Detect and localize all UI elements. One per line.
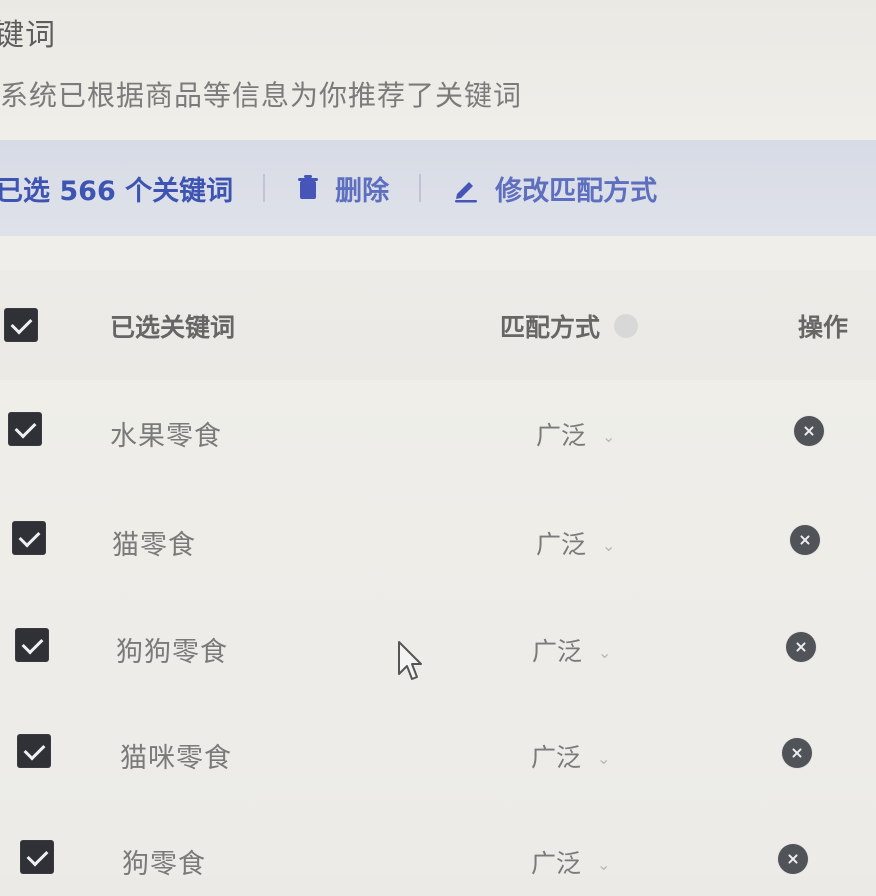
close-icon [799, 534, 811, 546]
keyword-text: 狗零食 [122, 849, 206, 880]
match-type-value: 广泛 [532, 637, 583, 666]
chevron-down-icon: ⌄ [597, 854, 611, 874]
remove-row-button[interactable] [778, 844, 808, 874]
checkmark-icon [10, 312, 32, 335]
remove-row-button[interactable] [786, 632, 816, 662]
delete-button-label: 删除 [335, 175, 390, 207]
table-row: 狗狗零食 广泛 ⌄ [0, 614, 876, 684]
checkmark-icon [14, 416, 36, 439]
close-icon [795, 641, 807, 653]
checkmark-icon [21, 632, 43, 655]
action-header: 操作 [798, 313, 849, 342]
mouse-cursor-icon [398, 641, 422, 680]
keyword-text: 猫零食 [112, 530, 196, 561]
row-checkbox[interactable] [20, 840, 54, 874]
row-checkbox-box [12, 521, 46, 555]
match-type-value: 广泛 [536, 530, 587, 559]
delete-button[interactable]: 删除 [295, 169, 389, 208]
edit-match-button-label: 修改匹配方式 [495, 175, 658, 207]
checkmark-icon [18, 525, 40, 548]
close-icon [803, 425, 815, 437]
edit-match-button[interactable]: 修改匹配方式 [451, 169, 657, 208]
remove-row-button[interactable] [782, 738, 812, 768]
pencil-icon [451, 173, 481, 203]
match-type-value: 广泛 [536, 421, 587, 450]
toolbar-divider-2 [419, 174, 422, 202]
page-title: 键词 [0, 18, 56, 53]
remove-row-button[interactable] [790, 525, 820, 555]
match-type-select[interactable]: 广泛 ⌄ [536, 525, 615, 561]
trash-icon [295, 174, 321, 202]
row-checkbox-box [17, 734, 51, 768]
row-checkbox[interactable] [17, 734, 51, 768]
row-checkbox[interactable] [15, 628, 49, 662]
selected-count: 已选 566 个关键词 [0, 169, 233, 208]
match-type-select[interactable]: 广泛 ⌄ [531, 738, 610, 774]
match-type-value: 广泛 [531, 743, 582, 772]
page-subtitle: 系统已根据商品等信息为你推荐了关键词 [0, 79, 523, 112]
keyword-selection-page: 键词 系统已根据商品等信息为你推荐了关键词 已选 566 个关键词 删除 修改匹… [0, 0, 876, 880]
bulk-action-toolbar: 已选 566 个关键词 删除 修改匹配方式 [0, 140, 876, 236]
row-checkbox[interactable] [8, 412, 42, 446]
close-icon [787, 853, 799, 865]
chevron-down-icon: ⌄ [597, 748, 611, 768]
table-row: 猫零食 广泛 ⌄ [0, 507, 876, 577]
match-type-select[interactable]: 广泛 ⌄ [536, 416, 615, 452]
row-checkbox[interactable] [12, 521, 46, 555]
table-header: 已选关键词 匹配方式 操作 [0, 270, 876, 380]
remove-row-button[interactable] [794, 416, 824, 446]
match-type-value: 广泛 [531, 849, 582, 878]
selected-count-label: 已选 566 个关键词 [0, 175, 234, 207]
chevron-down-icon: ⌄ [602, 535, 616, 555]
row-checkbox-box [20, 840, 54, 874]
selected-keywords-header: 已选关键词 [110, 313, 236, 342]
match-type-header: 匹配方式 [500, 308, 639, 344]
select-all-checkbox[interactable] [4, 308, 38, 342]
row-checkbox-box [15, 628, 49, 662]
keyword-text: 水果零食 [110, 421, 222, 452]
table-row: 狗零食 广泛 ⌄ [0, 826, 876, 896]
chevron-down-icon: ⌄ [598, 642, 612, 662]
select-all-checkbox-box [4, 308, 38, 342]
toolbar-divider [263, 174, 266, 202]
match-type-select[interactable]: 广泛 ⌄ [531, 844, 610, 880]
checkmark-icon [23, 738, 45, 761]
keyword-text: 猫咪零食 [120, 743, 232, 774]
row-checkbox-box [8, 412, 42, 446]
table-row: 猫咪零食 广泛 ⌄ [0, 720, 876, 790]
help-icon[interactable] [614, 314, 639, 338]
checkmark-icon [26, 844, 48, 867]
match-type-select[interactable]: 广泛 ⌄ [532, 632, 611, 668]
close-icon [791, 747, 803, 759]
keyword-text: 狗狗零食 [116, 637, 228, 668]
match-type-header-label: 匹配方式 [500, 313, 601, 342]
table-row: 水果零食 广泛 ⌄ [0, 398, 876, 468]
chevron-down-icon: ⌄ [602, 426, 616, 446]
